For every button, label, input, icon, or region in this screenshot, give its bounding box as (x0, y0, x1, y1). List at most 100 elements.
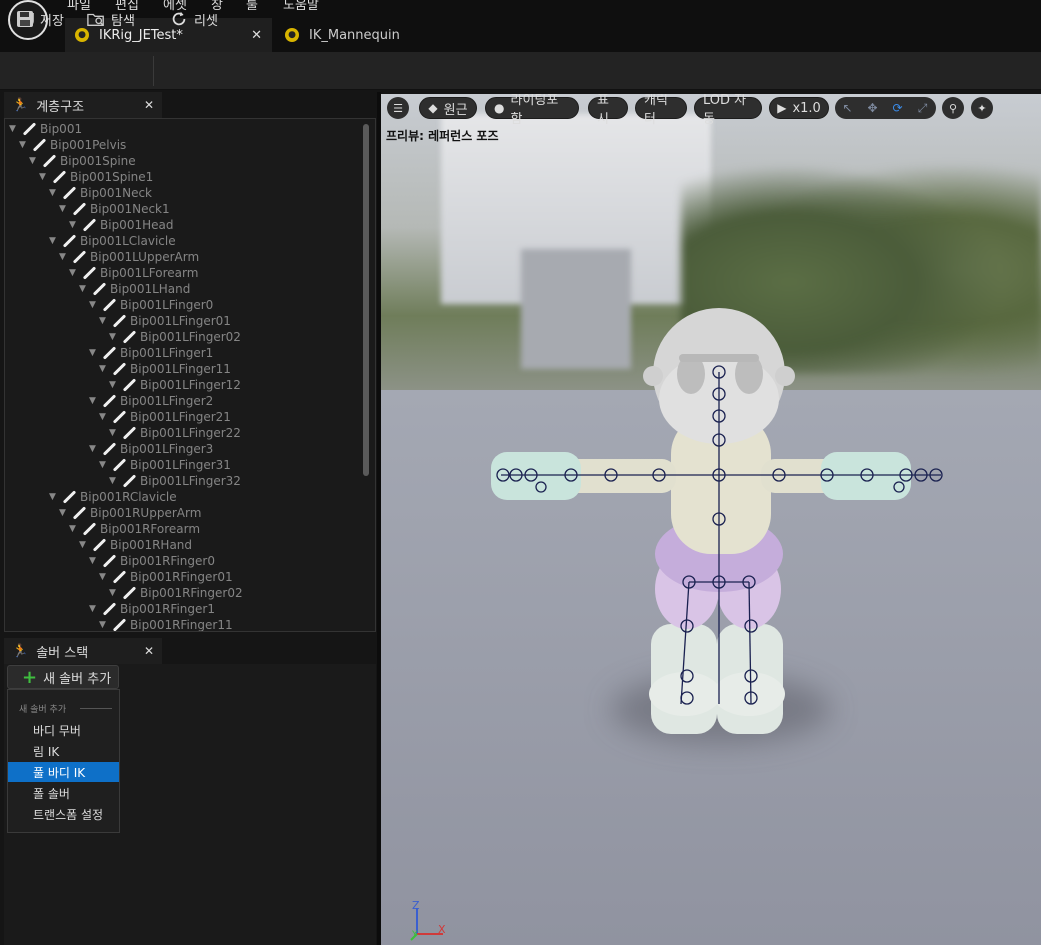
tree-row[interactable]: ▼ Bip001RFinger1 (89, 601, 215, 617)
tree-row[interactable]: ▼ Bip001 (9, 121, 82, 137)
close-icon[interactable]: ✕ (144, 98, 154, 112)
tree-row[interactable]: ▼ Bip001LFinger1 (89, 345, 213, 361)
lod-button[interactable]: LOD 자동 (694, 94, 762, 127)
tree-row[interactable]: ▼ Bip001Pelvis (19, 137, 126, 153)
tree-row[interactable]: ▼ Bip001RFinger11 (99, 617, 233, 631)
expand-arrow-icon[interactable]: ▼ (79, 540, 89, 550)
tree-row[interactable]: ▼ Bip001Spine1 (39, 169, 153, 185)
tree-row[interactable]: ▼ Bip001LFinger32 (109, 473, 241, 489)
expand-arrow-icon[interactable]: ▼ (99, 316, 109, 326)
dropdown-item-set-transform[interactable]: 트랜스폼 설정 (8, 804, 119, 824)
tree-row[interactable]: ▼ Bip001Spine (29, 153, 136, 169)
hierarchy-scrollbar[interactable] (363, 124, 369, 476)
tree-row[interactable]: ▼ Bip001LFinger01 (99, 313, 231, 329)
expand-arrow-icon[interactable]: ▼ (99, 460, 109, 470)
tab-ik-mannequin[interactable]: ● IK_Mannequin (275, 18, 425, 52)
tree-row[interactable]: ▼ Bip001LHand (79, 281, 190, 297)
tree-row[interactable]: ▼ Bip001RForearm (69, 521, 200, 537)
snap-icon[interactable]: ✦ (971, 97, 993, 119)
expand-arrow-icon[interactable]: ▼ (49, 492, 59, 502)
expand-arrow-icon[interactable]: ▼ (59, 508, 69, 518)
tree-row[interactable]: ▼ Bip001LClavicle (49, 233, 176, 249)
expand-arrow-icon[interactable]: ▼ (9, 124, 19, 134)
dropdown-item-limb-ik[interactable]: 림 IK (8, 741, 119, 761)
expand-arrow-icon[interactable]: ▼ (89, 348, 99, 358)
tree-row[interactable]: ▼ Bip001LFinger3 (89, 441, 213, 457)
tree-row[interactable]: ▼ Bip001RFinger02 (109, 585, 243, 601)
perspective-button[interactable]: ◆ 원근 (419, 97, 477, 119)
tree-row[interactable]: ▼ Bip001Neck1 (59, 201, 170, 217)
viewport-menu-button[interactable]: ☰ (387, 97, 409, 119)
tree-row[interactable]: ▼ Bip001LUpperArm (59, 249, 199, 265)
expand-arrow-icon[interactable]: ▼ (99, 572, 109, 582)
expand-arrow-icon[interactable]: ▼ (69, 220, 79, 230)
dropdown-item-full-body-ik[interactable]: 풀 바디 IK (8, 762, 119, 782)
play-speed-button[interactable]: ▶ x1.0 (769, 97, 829, 119)
lighting-button[interactable]: ● 라이팅포함 (485, 94, 579, 127)
tree-row[interactable]: ▼ Bip001RFinger0 (89, 553, 215, 569)
expand-arrow-icon[interactable]: ▼ (109, 380, 119, 390)
tree-row[interactable]: ▼ Bip001Head (69, 217, 173, 233)
scale-icon[interactable]: ⤢ (910, 97, 935, 119)
expand-arrow-icon[interactable]: ▼ (89, 604, 99, 614)
expand-arrow-icon[interactable]: ▼ (109, 428, 119, 438)
bone-label: Bip001 (40, 122, 83, 136)
menu-help[interactable]: 도움말 (283, 0, 319, 13)
close-icon[interactable]: ✕ (144, 644, 154, 658)
expand-arrow-icon[interactable]: ▼ (109, 588, 119, 598)
show-button[interactable]: 표시 (588, 94, 628, 127)
expand-arrow-icon[interactable]: ▼ (29, 156, 39, 166)
menu-tools[interactable]: 툴 (246, 0, 258, 13)
tab-hierarchy[interactable]: 🏃 계층구조 ✕ (4, 92, 162, 118)
move-icon[interactable]: ✥ (860, 97, 885, 119)
tree-row[interactable]: ▼ Bip001RFinger01 (99, 569, 233, 585)
hierarchy-tree: ▼ Bip001 ▼ Bip001Pelvis ▼ Bip001Spine ▼ Bip001S… (4, 118, 376, 632)
expand-arrow-icon[interactable]: ▼ (69, 268, 79, 278)
expand-arrow-icon[interactable]: ▼ (89, 300, 99, 310)
tree-row[interactable]: ▼ Bip001LFinger22 (109, 425, 241, 441)
expand-arrow-icon[interactable]: ▼ (89, 396, 99, 406)
expand-arrow-icon[interactable]: ▼ (109, 476, 119, 486)
expand-arrow-icon[interactable]: ▼ (49, 188, 59, 198)
tree-row[interactable]: ▼ Bip001RClavicle (49, 489, 177, 505)
tree-row[interactable]: ▼ Bip001LFinger12 (109, 377, 241, 393)
tree-row[interactable]: ▼ Bip001RHand (79, 537, 192, 553)
expand-arrow-icon[interactable]: ▼ (39, 172, 49, 182)
expand-arrow-icon[interactable]: ▼ (99, 412, 109, 422)
expand-arrow-icon[interactable]: ▼ (59, 204, 69, 214)
expand-arrow-icon[interactable]: ▼ (49, 236, 59, 246)
browse-button[interactable]: 탐색 (87, 8, 135, 30)
expand-arrow-icon[interactable]: ▼ (99, 620, 109, 630)
add-solver-button[interactable]: + 새 솔버 추가 (7, 665, 119, 689)
tree-row[interactable]: ▼ Bip001Neck (49, 185, 152, 201)
expand-arrow-icon[interactable]: ▼ (89, 444, 99, 454)
tree-row[interactable]: ▼ Bip001LFinger2 (89, 393, 213, 409)
expand-arrow-icon[interactable]: ▼ (109, 332, 119, 342)
expand-arrow-icon[interactable]: ▼ (69, 524, 79, 534)
tree-row[interactable]: ▼ Bip001RUpperArm (59, 505, 201, 521)
tree-row[interactable]: ▼ Bip001LForearm (69, 265, 198, 281)
tree-row[interactable]: ▼ Bip001LFinger02 (109, 329, 241, 345)
bone-label: Bip001LFinger12 (140, 378, 241, 392)
expand-arrow-icon[interactable]: ▼ (19, 140, 29, 150)
tree-row[interactable]: ▼ Bip001LFinger11 (99, 361, 231, 377)
tab-solver-stack[interactable]: 🏃 솔버 스택 ✕ (4, 638, 162, 664)
character-button[interactable]: 캐릭터 (635, 94, 687, 127)
select-icon[interactable]: ↖ (835, 97, 860, 119)
rotate-icon[interactable]: ⟳ (885, 97, 910, 119)
expand-arrow-icon[interactable]: ▼ (89, 556, 99, 566)
expand-arrow-icon[interactable]: ▼ (59, 252, 69, 262)
tree-row[interactable]: ▼ Bip001LFinger21 (99, 409, 231, 425)
tree-row[interactable]: ▼ Bip001LFinger31 (99, 457, 231, 473)
tree-row[interactable]: ▼ Bip001LFinger0 (89, 297, 213, 313)
expand-arrow-icon[interactable]: ▼ (99, 364, 109, 374)
close-icon[interactable]: ✕ (251, 28, 262, 43)
save-button[interactable]: 저장 (16, 8, 64, 30)
world-local-icon[interactable]: ⚲ (942, 97, 964, 119)
expand-arrow-icon[interactable]: ▼ (79, 284, 89, 294)
dropdown-item-pole-solver[interactable]: 폴 솔버 (8, 783, 119, 803)
bone-icon (101, 346, 117, 360)
dropdown-item-body-mover[interactable]: 바디 무버 (8, 720, 119, 740)
reset-button[interactable]: 리셋 (170, 8, 218, 30)
viewport[interactable]: ☰ ◆ 원근 ● 라이팅포함 표시 캐릭터 LOD 자동 ▶ x1.0 ↖ ✥ … (381, 94, 1041, 945)
